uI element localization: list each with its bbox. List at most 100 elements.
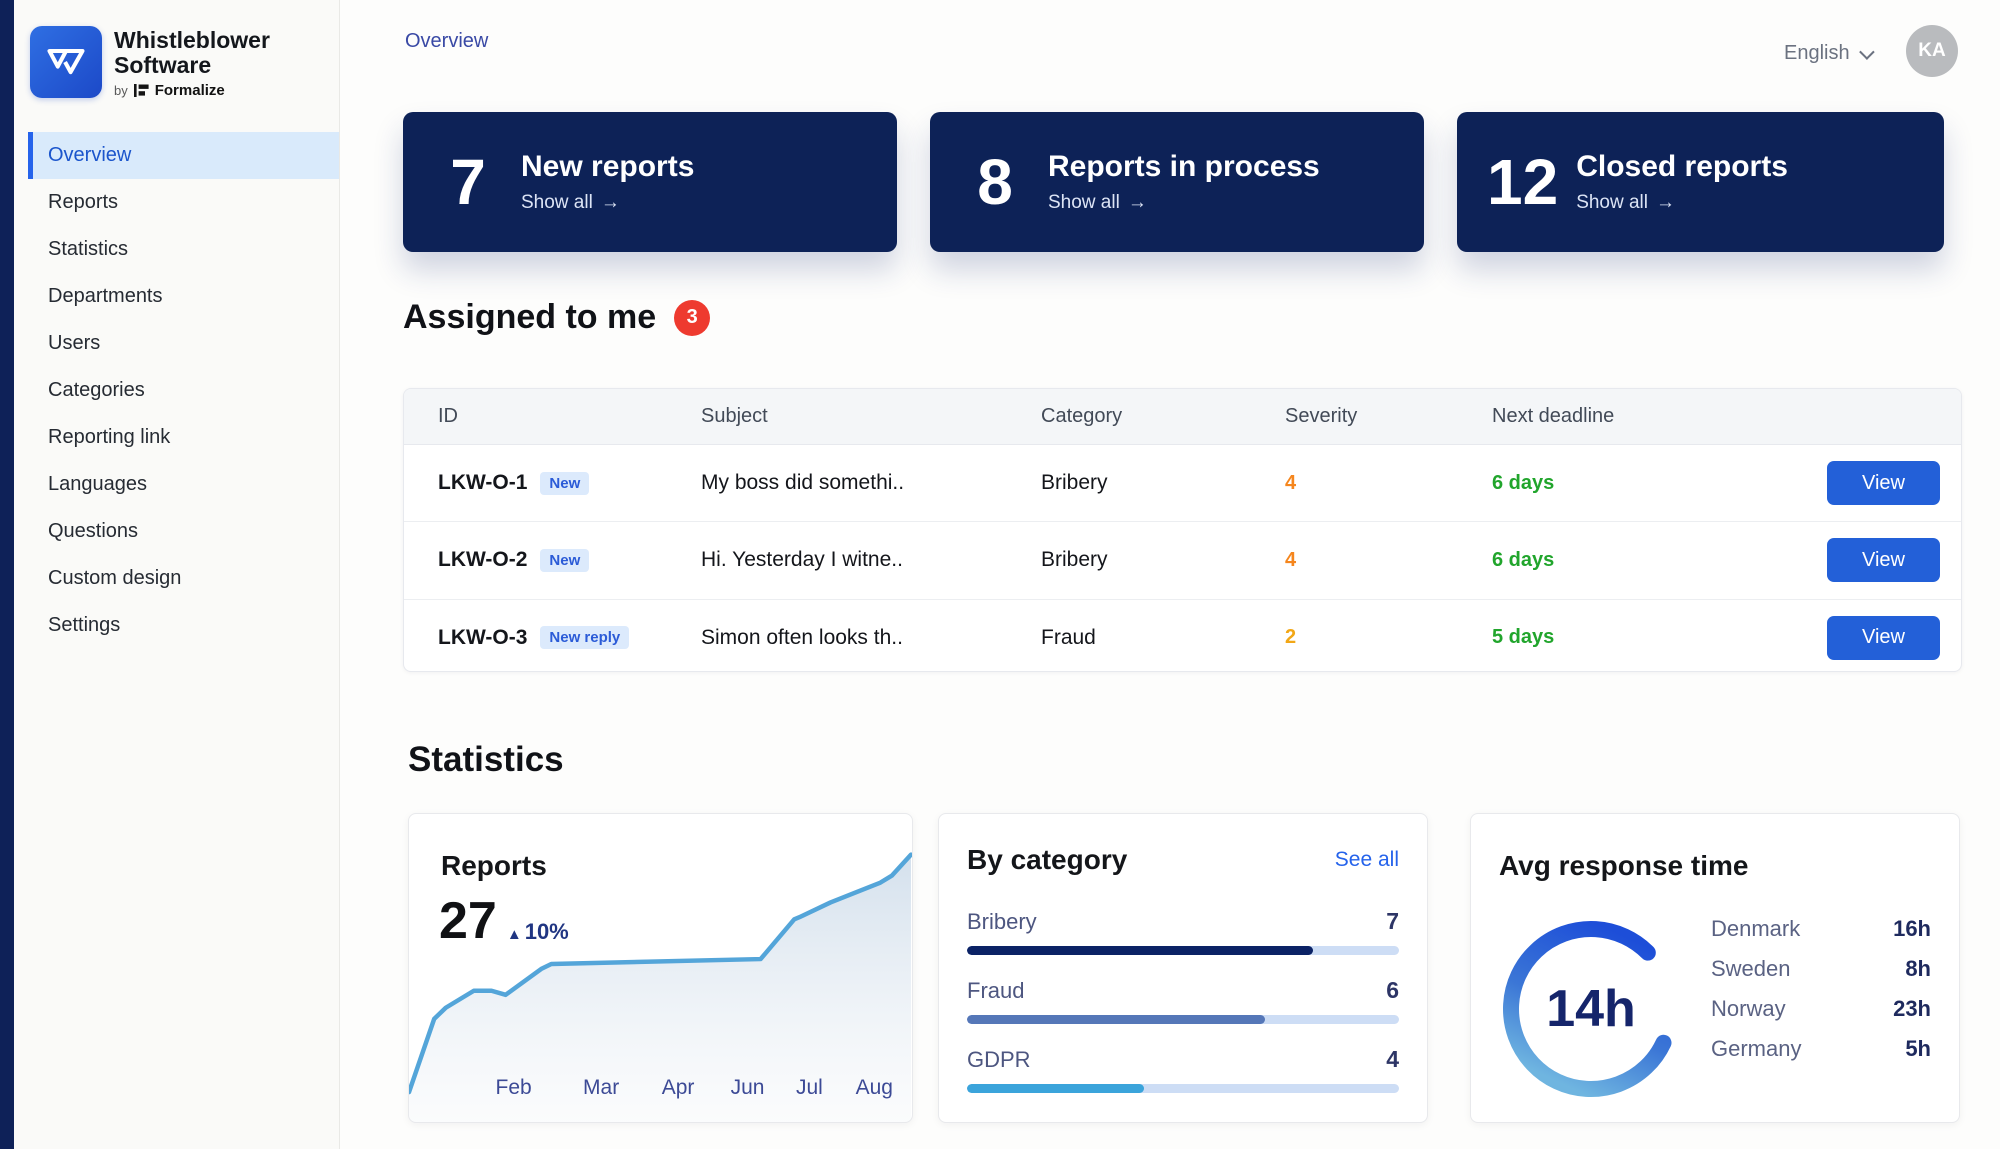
stat-card-closed: 12 Closed reports Show all → [1457, 112, 1944, 252]
table-row[interactable]: LKW-O-3 New reply Simon often looks th..… [404, 600, 1961, 672]
country-label: Sweden [1711, 956, 1791, 982]
sidebar-nav: Overview Reports Statistics Departments … [14, 132, 339, 649]
assigned-title: Assigned to me [403, 298, 656, 337]
chart-month-label: Mar [583, 1076, 619, 1100]
chevron-down-icon [1859, 44, 1875, 60]
sidebar: Whistleblower Software by Formalize Over… [14, 0, 340, 1149]
byline-by: by [114, 83, 128, 98]
country-value: 5h [1905, 1036, 1931, 1062]
category-bar-track [967, 1084, 1399, 1093]
chart-month-label: Jul [796, 1076, 823, 1100]
sidebar-item-custom-design[interactable]: Custom design [14, 555, 339, 602]
report-id-cell: LKW-O-1 New [438, 471, 701, 495]
table-row[interactable]: LKW-O-2 New Hi. Yesterday I witne.. Brib… [404, 522, 1961, 599]
severity-value: 4 [1285, 549, 1492, 572]
category-label: GDPR [967, 1047, 1031, 1073]
by-category-title: By category [967, 844, 1127, 876]
category-bar-row: Bribery 7 [967, 908, 1399, 955]
country-label: Denmark [1711, 916, 1800, 942]
avg-response-card: Avg response time 14h Denmark 16h [1470, 813, 1960, 1123]
report-id: LKW-O-1 [438, 471, 527, 495]
sidebar-item-reporting-link[interactable]: Reporting link [14, 414, 339, 461]
country-value: 16h [1893, 916, 1931, 942]
show-all-label: Show all [1048, 192, 1120, 214]
category-bar-row: Fraud 6 [967, 977, 1399, 1024]
report-subject: Hi. Yesterday I witne.. [701, 548, 1041, 572]
report-id: LKW-O-3 [438, 626, 527, 650]
report-category: Bribery [1041, 548, 1285, 572]
view-button[interactable]: View [1827, 538, 1940, 582]
in-process-show-all[interactable]: Show all → [1048, 192, 1320, 214]
report-subject: Simon often looks th.. [701, 626, 1041, 650]
category-value: 7 [1386, 908, 1399, 935]
avatar[interactable]: KA [1906, 25, 1958, 77]
country-label: Norway [1711, 996, 1786, 1022]
deadline-value: 6 days [1492, 549, 1827, 572]
month-axis: Feb Mar Apr Jun Jul Aug [409, 1076, 912, 1102]
view-button[interactable]: View [1827, 616, 1940, 660]
sidebar-item-overview[interactable]: Overview [28, 132, 339, 179]
see-all-link[interactable]: See all [1335, 848, 1399, 872]
report-id-cell: LKW-O-3 New reply [438, 626, 701, 650]
status-badge: New [540, 549, 589, 572]
category-bar-fill [967, 946, 1313, 955]
new-reports-title: New reports [521, 150, 694, 184]
assigned-header: Assigned to me 3 [403, 298, 710, 337]
breadcrumb[interactable]: Overview [405, 30, 488, 53]
stat-card-in-process: 8 Reports in process Show all → [930, 112, 1424, 252]
sidebar-item-departments[interactable]: Departments [14, 273, 339, 320]
language-selector[interactable]: English [1784, 42, 1871, 65]
table-row[interactable]: LKW-O-1 New My boss did somethi.. Briber… [404, 445, 1961, 522]
country-response-list: Denmark 16h Sweden 8h Norway 23h Germany… [1711, 909, 1931, 1069]
new-reports-count: 7 [433, 150, 503, 214]
status-badge: New reply [540, 626, 629, 649]
sidebar-item-questions[interactable]: Questions [14, 508, 339, 555]
country-row: Norway 23h [1711, 989, 1931, 1029]
col-header-category: Category [1041, 405, 1285, 428]
country-value: 23h [1893, 996, 1931, 1022]
reports-total: 27 [439, 898, 497, 945]
chart-month-label: Apr [662, 1076, 695, 1100]
whistleblower-logo-icon [30, 26, 102, 98]
arrow-right-icon: → [1128, 192, 1147, 214]
assigned-table: ID Subject Category Severity Next deadli… [403, 388, 1962, 672]
category-bar-fill [967, 1015, 1265, 1024]
col-header-severity: Severity [1285, 405, 1492, 428]
chart-month-label: Feb [496, 1076, 532, 1100]
reports-card-title: Reports [441, 850, 547, 882]
deadline-value: 6 days [1492, 472, 1827, 495]
category-bar-track [967, 946, 1399, 955]
sidebar-item-reports[interactable]: Reports [14, 179, 339, 226]
by-category-card: By category See all Bribery 7 Fraud 6 GD… [938, 813, 1428, 1123]
new-reports-show-all[interactable]: Show all → [521, 192, 694, 214]
in-process-title: Reports in process [1048, 150, 1320, 184]
country-row: Germany 5h [1711, 1029, 1931, 1069]
closed-show-all[interactable]: Show all → [1576, 192, 1788, 214]
view-button[interactable]: View [1827, 461, 1940, 505]
brand-line-2: Software [114, 53, 270, 78]
sidebar-item-users[interactable]: Users [14, 320, 339, 367]
country-row: Sweden 8h [1711, 949, 1931, 989]
country-value: 8h [1905, 956, 1931, 982]
sidebar-item-categories[interactable]: Categories [14, 367, 339, 414]
status-badge: New [540, 472, 589, 495]
report-category: Bribery [1041, 471, 1285, 495]
table-header-row: ID Subject Category Severity Next deadli… [404, 389, 1961, 445]
category-bar-fill [967, 1084, 1144, 1093]
sidebar-item-statistics[interactable]: Statistics [14, 226, 339, 273]
sidebar-item-settings[interactable]: Settings [14, 602, 339, 649]
stat-card-new-reports: 7 New reports Show all → [403, 112, 897, 252]
delta-percent: 10% [525, 919, 569, 945]
report-id: LKW-O-2 [438, 548, 527, 572]
category-value: 4 [1386, 1046, 1399, 1073]
delta-up-icon: ▲ [507, 926, 522, 943]
brand-byline: by Formalize [114, 82, 270, 99]
sidebar-item-languages[interactable]: Languages [14, 461, 339, 508]
country-row: Denmark 16h [1711, 909, 1931, 949]
statistics-title: Statistics [408, 740, 564, 780]
col-header-deadline: Next deadline [1492, 405, 1827, 428]
arrow-right-icon: → [601, 192, 620, 214]
category-value: 6 [1386, 977, 1399, 1004]
assigned-count-badge: 3 [674, 300, 710, 336]
left-edge-strip [0, 0, 14, 1149]
